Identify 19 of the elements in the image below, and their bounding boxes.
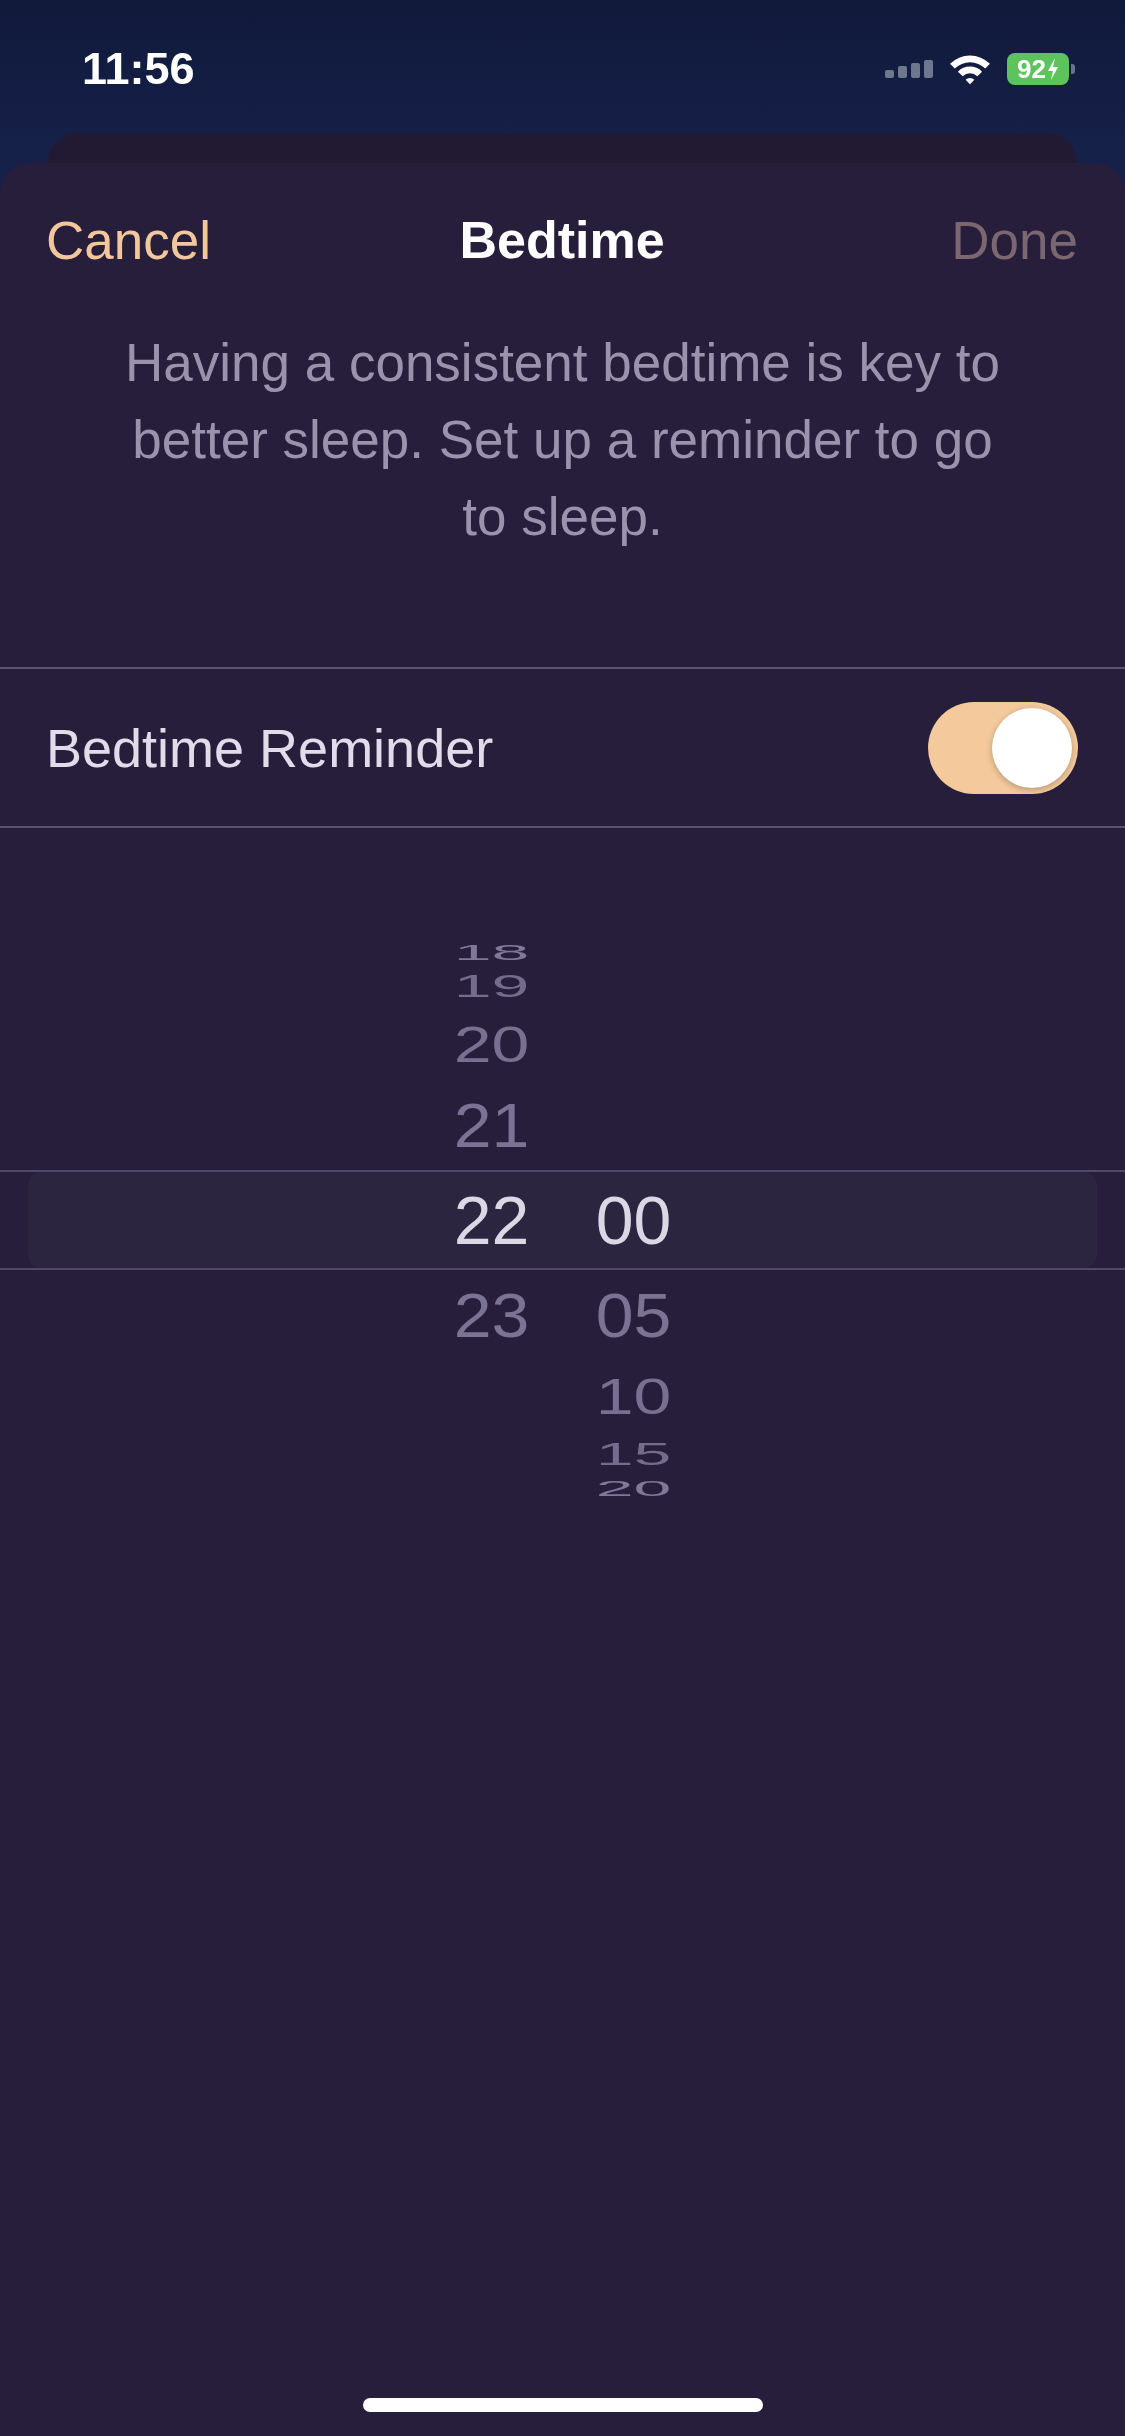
sheet-title: Bedtime (459, 210, 665, 270)
reminder-label: Bedtime Reminder (46, 716, 494, 779)
status-time: 11:56 (82, 42, 196, 95)
hour-option[interactable]: 22 (453, 1186, 530, 1255)
minute-option[interactable]: 05 (595, 1283, 672, 1348)
description-text: Having a consistent bedtime is key to better sleep. Set up a reminder to go to sleep. (124, 332, 1001, 548)
minute-option[interactable]: 00 (595, 1186, 672, 1255)
hour-option[interactable]: 19 (453, 970, 530, 1002)
minute-option[interactable]: 10 (595, 1371, 672, 1422)
hour-option[interactable]: 21 (453, 1092, 530, 1157)
battery-percentage: 92 (1017, 55, 1046, 82)
hour-option[interactable]: 20 (453, 1018, 530, 1069)
cancel-button[interactable]: Cancel (46, 209, 211, 271)
signal-icon (885, 59, 933, 78)
minute-option[interactable]: 20 (595, 1477, 672, 1500)
hour-option[interactable]: 18 (453, 941, 530, 963)
minute-option[interactable]: 15 (595, 1438, 672, 1470)
hour-option[interactable]: 23 (453, 1283, 530, 1348)
lightning-bolt-icon (1046, 57, 1059, 80)
